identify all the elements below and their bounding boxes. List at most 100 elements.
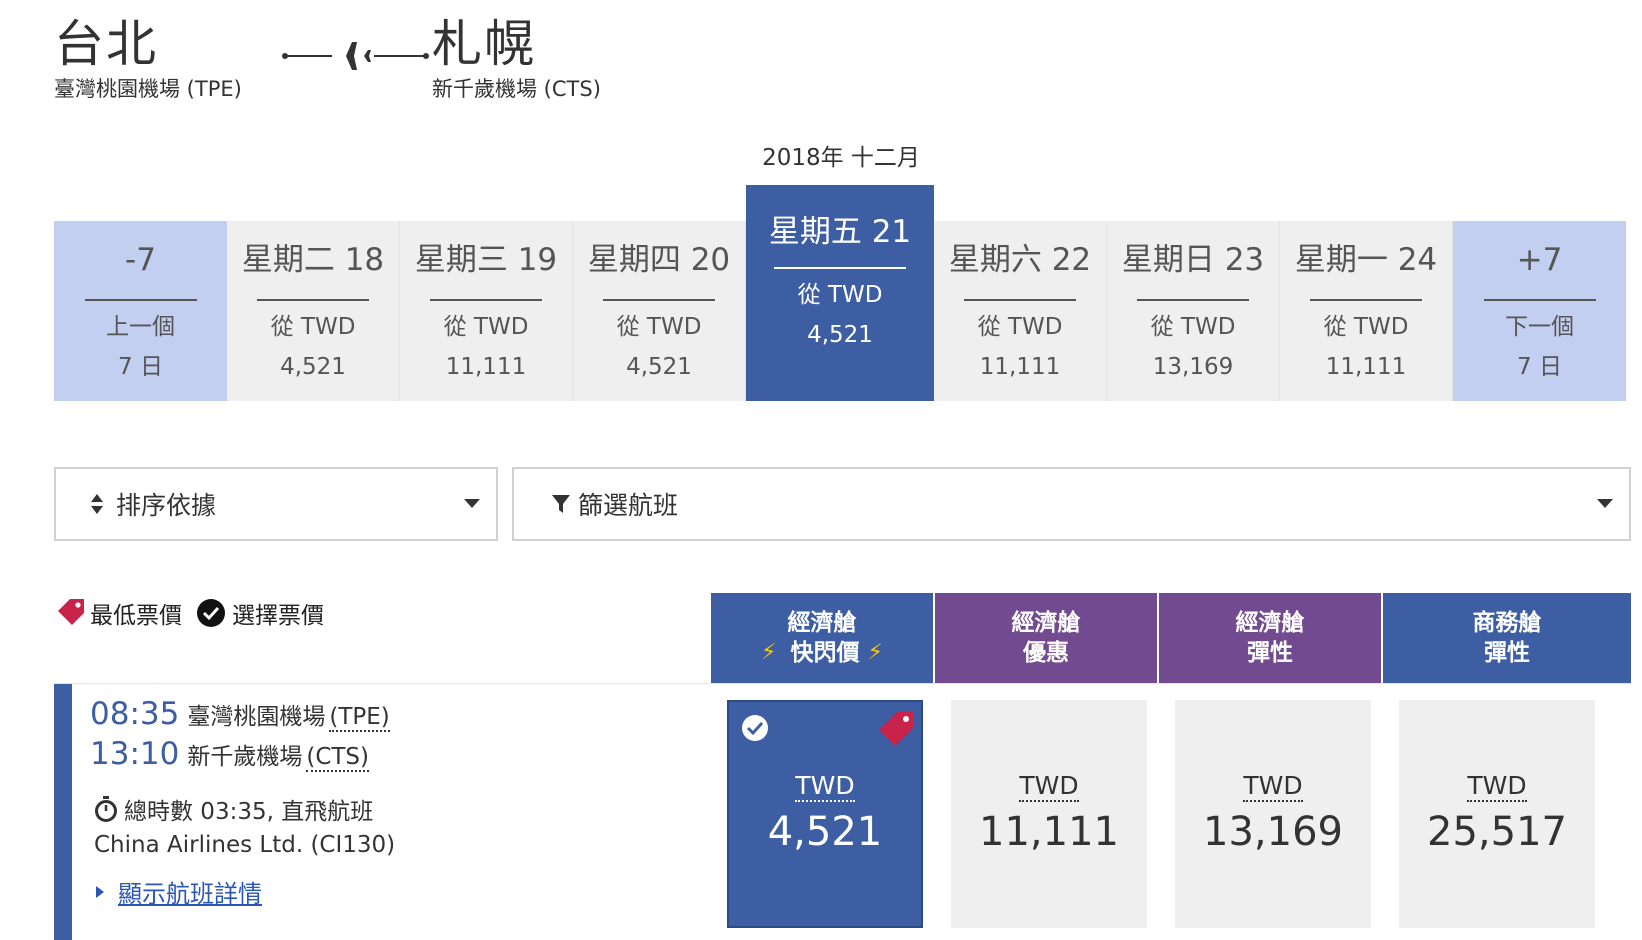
date-label: 星期三 19 bbox=[414, 242, 558, 278]
legend-lowest-label: 最低票價 bbox=[90, 603, 182, 629]
date-cell-22[interactable]: 星期六 22 從 TWD 11,111 bbox=[934, 221, 1107, 401]
divider bbox=[1310, 299, 1422, 301]
date-cell-24[interactable]: 星期一 24 從 TWD 11,111 bbox=[1280, 221, 1453, 401]
filter-label: 篩選航班 bbox=[578, 491, 679, 520]
fare-header-class: 經濟艙 bbox=[787, 610, 857, 636]
filter-dropdown[interactable]: 篩選航班 bbox=[512, 467, 1631, 541]
date-label: 星期五 21 bbox=[768, 214, 912, 250]
date-from: 從 TWD bbox=[977, 314, 1063, 340]
date-cell-18[interactable]: 星期二 18 從 TWD 4,521 bbox=[227, 221, 400, 401]
chevron-down-icon bbox=[464, 499, 480, 508]
date-label: 星期日 23 bbox=[1121, 242, 1265, 278]
departure-airport: 臺灣桃園機場 bbox=[187, 704, 326, 730]
fare-header-type: 優惠 bbox=[1023, 640, 1069, 666]
date-from: 從 TWD bbox=[443, 314, 529, 340]
date-label: 星期六 22 bbox=[948, 242, 1092, 278]
lightning-icon: ⚡ bbox=[867, 640, 883, 665]
plane-icon bbox=[282, 42, 429, 70]
show-flight-details-link[interactable]: 顯示航班詳情 bbox=[94, 874, 262, 909]
fare-price: 4,521 bbox=[767, 809, 883, 855]
caret-right-icon bbox=[96, 885, 104, 898]
date-from: 從 TWD bbox=[1150, 314, 1236, 340]
date-price: 13,169 bbox=[1152, 354, 1234, 380]
prev-week-button[interactable]: -7 上一個 7 日 bbox=[54, 221, 227, 401]
divider bbox=[1483, 299, 1596, 301]
departure-time: 08:35 bbox=[90, 696, 180, 732]
arrival-airport: 新千歲機場 bbox=[187, 744, 303, 770]
arrival-code[interactable]: (CTS) bbox=[306, 744, 369, 772]
destination-airport: 新千歲機場 (CTS) bbox=[432, 77, 601, 101]
fare-currency: TWD bbox=[795, 771, 855, 802]
fare-currency: TWD bbox=[1243, 771, 1303, 802]
date-label: 星期一 24 bbox=[1294, 242, 1438, 278]
arrival-line: 13:10 新千歲機場 (CTS) bbox=[90, 736, 369, 772]
airline-name: China Airlines Ltd. (CI130) bbox=[94, 832, 396, 858]
date-from: 從 TWD bbox=[616, 314, 702, 340]
date-cell-20[interactable]: 星期四 20 從 TWD 4,521 bbox=[573, 221, 746, 401]
check-circle-icon bbox=[742, 715, 768, 741]
prev-week-offset: -7 bbox=[125, 242, 156, 278]
fare-header-business-flex: 商務艙 彈性 bbox=[1383, 593, 1631, 683]
divider bbox=[603, 299, 715, 301]
lightning-icon: ⚡ bbox=[761, 640, 777, 665]
flight-row-accent bbox=[54, 684, 72, 940]
date-price: 11,111 bbox=[445, 354, 527, 380]
date-strip: -7 上一個 7 日 星期二 18 從 TWD 4,521 星期三 19 從 T… bbox=[54, 185, 1631, 401]
fare-price: 11,111 bbox=[979, 809, 1119, 855]
next-week-label: 下一個 bbox=[1505, 314, 1574, 340]
fare-header-economy-saver: 經濟艙 優惠 bbox=[935, 593, 1157, 683]
departure-code[interactable]: (TPE) bbox=[329, 704, 390, 732]
fare-option-economy-saver[interactable]: TWD 11,111 bbox=[951, 700, 1147, 928]
price-tag-icon bbox=[879, 712, 913, 746]
stopwatch-icon bbox=[95, 796, 117, 822]
date-cell-19[interactable]: 星期三 19 從 TWD 11,111 bbox=[400, 221, 573, 401]
fare-header-type: 彈性 bbox=[1484, 640, 1530, 666]
show-flight-details-text: 顯示航班詳情 bbox=[118, 880, 262, 908]
next-week-button[interactable]: +7 下一個 7 日 bbox=[1453, 221, 1626, 401]
fare-option-business-flex[interactable]: TWD 25,517 bbox=[1399, 700, 1595, 928]
divider bbox=[964, 299, 1076, 301]
origin-city: 台北 bbox=[54, 15, 158, 73]
legend-selected-label: 選擇票價 bbox=[232, 603, 324, 629]
fare-header-type: 彈性 bbox=[1247, 640, 1293, 666]
legend-selected: 選擇票價 bbox=[196, 596, 324, 630]
date-price: 11,111 bbox=[1325, 354, 1407, 380]
divider bbox=[84, 299, 197, 301]
fare-header-economy-flex: 經濟艙 彈性 bbox=[1159, 593, 1381, 683]
divider bbox=[774, 267, 906, 269]
fare-currency: TWD bbox=[1019, 771, 1079, 802]
check-circle-icon bbox=[197, 599, 225, 627]
arrival-time: 13:10 bbox=[90, 736, 180, 772]
divider bbox=[1137, 299, 1249, 301]
prev-week-days: 7 日 bbox=[118, 354, 163, 380]
date-label: 星期二 18 bbox=[241, 242, 385, 278]
filter-icon bbox=[552, 495, 570, 513]
divider bbox=[430, 299, 542, 301]
fare-header-class: 經濟艙 bbox=[1235, 610, 1305, 636]
departure-line: 08:35 臺灣桃園機場 (TPE) bbox=[90, 696, 390, 732]
fare-legend: 最低票價 選擇票價 bbox=[54, 596, 338, 630]
sort-dropdown[interactable]: 排序依據 bbox=[54, 467, 498, 541]
origin-airport: 臺灣桃園機場 (TPE) bbox=[54, 77, 242, 101]
destination-city: 札幌 bbox=[432, 15, 536, 73]
divider bbox=[257, 299, 369, 301]
date-cell-21-selected[interactable]: 星期五 21 從 TWD 4,521 bbox=[746, 185, 934, 401]
next-week-days: 7 日 bbox=[1517, 354, 1562, 380]
date-price: 11,111 bbox=[979, 354, 1061, 380]
fare-header-type: 快閃價 bbox=[790, 640, 860, 666]
date-label: 星期四 20 bbox=[587, 242, 731, 278]
date-price: 4,521 bbox=[280, 354, 346, 380]
prev-week-label: 上一個 bbox=[106, 314, 175, 340]
date-price: 4,521 bbox=[626, 354, 692, 380]
fare-header-economy-flash: 經濟艙 ⚡ 快閃價 ⚡ bbox=[711, 593, 933, 683]
fare-option-economy-flex[interactable]: TWD 13,169 bbox=[1175, 700, 1371, 928]
fare-currency: TWD bbox=[1467, 771, 1527, 802]
fare-price: 25,517 bbox=[1427, 809, 1567, 855]
sort-icon bbox=[91, 494, 103, 514]
date-cell-23[interactable]: 星期日 23 從 TWD 13,169 bbox=[1107, 221, 1280, 401]
chevron-down-icon bbox=[1597, 499, 1613, 508]
fare-option-economy-flash[interactable]: TWD 4,521 bbox=[727, 700, 923, 928]
sort-label: 排序依據 bbox=[116, 491, 217, 520]
legend-lowest: 最低票價 bbox=[54, 596, 182, 630]
price-tag-icon bbox=[58, 599, 84, 625]
